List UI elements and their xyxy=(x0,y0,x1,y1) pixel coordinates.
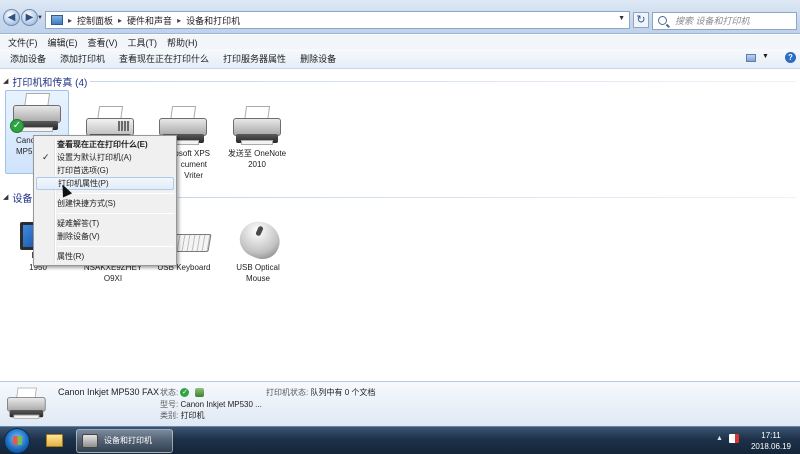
back-icon[interactable]: ◀ xyxy=(3,9,20,26)
menu-separator xyxy=(58,193,174,194)
menu-item-troubleshoot[interactable]: 疑难解答(T) xyxy=(36,217,174,230)
device-label: 发送至 OneNote xyxy=(227,149,287,158)
add-device-button[interactable]: 添加设备 xyxy=(3,52,53,65)
command-bar: 添加设备 添加打印机 查看现在正在打印什么 打印服务器属性 删除设备 xyxy=(0,49,800,69)
default-check-icon: ✓ xyxy=(10,119,24,133)
print-server-properties-button[interactable]: 打印服务器属性 xyxy=(216,52,293,65)
breadcrumb-devices-printers[interactable]: 设备和打印机 xyxy=(186,14,240,27)
menu-item-see-printing[interactable]: 查看现在正在打印什么(E) xyxy=(36,138,174,151)
devices-group-divider xyxy=(178,197,796,198)
printers-group-divider xyxy=(90,81,796,82)
control-panel-icon xyxy=(51,15,63,25)
menu-item-printer-properties[interactable]: 打印机属性(P) xyxy=(36,177,174,190)
menu-help[interactable]: 帮助(H) xyxy=(162,36,203,49)
menu-item-printing-preferences[interactable]: 打印首选项(G) xyxy=(36,164,174,177)
details-model-value: Canon Inkjet MP530 ... xyxy=(180,400,262,409)
menu-file[interactable]: 文件(F) xyxy=(3,36,43,49)
context-menu: 查看现在正在打印什么(E) ✓ 设置为默认打印机(A) 打印首选项(G) 打印机… xyxy=(33,135,177,266)
change-view-icon[interactable] xyxy=(746,54,756,62)
collapse-arrow-icon: ◢ xyxy=(3,194,9,201)
taskbar-devices-printers-button[interactable]: 设备和打印机 xyxy=(76,429,173,453)
remove-device-button[interactable]: 删除设备 xyxy=(293,52,343,65)
taskbar: 设备和打印机 ▲ 17:11 2018.06.19 xyxy=(0,426,800,454)
devices-printers-icon xyxy=(82,434,98,448)
menu-view[interactable]: 查看(V) xyxy=(83,36,123,49)
help-icon[interactable]: ? xyxy=(785,52,796,63)
printer-icon xyxy=(4,386,49,421)
device-label: Mouse xyxy=(245,274,270,283)
menu-item-set-default[interactable]: ✓ 设置为默认打印机(A) xyxy=(36,151,174,164)
details-device-name: Canon Inkjet MP530 FAX xyxy=(58,387,160,397)
details-printer-status-label: 打印机状态: xyxy=(266,388,309,397)
taskbar-clock[interactable]: 17:11 2018.06.19 xyxy=(746,430,796,452)
add-printer-button[interactable]: 添加打印机 xyxy=(53,52,112,65)
recent-pages-dropdown-icon[interactable]: ▼ xyxy=(37,15,43,21)
details-pane: Canon Inkjet MP530 FAX 状态: ✓ 型号: Canon I… xyxy=(0,381,800,426)
breadcrumb-control-panel[interactable]: 控制面板 xyxy=(77,14,113,27)
collapse-arrow-icon: ◢ xyxy=(3,78,9,85)
folder-icon xyxy=(46,434,63,447)
details-category: 类别: 打印机 xyxy=(160,410,204,421)
shared-icon xyxy=(194,388,204,398)
search-input[interactable]: 搜索 设备和打印机 xyxy=(652,12,797,30)
menu-separator xyxy=(58,213,174,214)
taskbar-explorer-button[interactable] xyxy=(38,429,70,453)
system-tray: ▲ xyxy=(716,434,739,443)
clock-time: 17:11 xyxy=(761,431,781,440)
menu-bar: 文件(F) 编辑(E) 查看(V) 工具(T) 帮助(H) xyxy=(0,35,800,49)
device-label: O9XI xyxy=(103,274,123,283)
details-category-label: 类别: xyxy=(160,411,179,420)
details-category-value: 打印机 xyxy=(180,411,205,420)
menu-item-properties[interactable]: 属性(R) xyxy=(36,250,174,263)
mouse-icon xyxy=(230,215,286,265)
address-dropdown-icon[interactable]: ▼ xyxy=(618,15,625,22)
details-model: 型号: Canon Inkjet MP530 ... xyxy=(160,399,262,410)
printer-onenote[interactable]: 发送至 OneNote 2010 xyxy=(222,104,292,170)
details-printer-status-value: 队列中有 0 个文档 xyxy=(310,388,376,397)
show-hidden-icons-icon[interactable]: ▲ xyxy=(716,435,723,442)
details-printer-status: 打印机状态: 队列中有 0 个文档 xyxy=(266,387,375,398)
clock-date: 2018.06.19 xyxy=(750,442,792,451)
breadcrumb-hardware-sound[interactable]: 硬件和声音 xyxy=(127,14,172,27)
printers-group-title: 打印机和传真 (4) xyxy=(12,77,88,89)
checkmark-icon: ✓ xyxy=(42,152,50,162)
flag-icon[interactable] xyxy=(728,434,739,443)
menu-edit[interactable]: 编辑(E) xyxy=(43,36,83,49)
details-status-label: 状态: xyxy=(160,388,179,397)
details-model-label: 型号: xyxy=(160,400,179,409)
refresh-icon[interactable]: ↻ xyxy=(633,12,649,28)
address-bar: ◀ ▶ ▼ ▸ 控制面板 ▸ 硬件和声音 ▸ 设备和打印机 ▼ ↻ 搜索 设备和… xyxy=(0,0,800,34)
device-label: USB Optical xyxy=(236,263,280,272)
printers-group-header[interactable]: ◢ 打印机和传真 (4) xyxy=(3,74,88,89)
menu-item-remove-device[interactable]: 删除设备(V) xyxy=(36,230,174,243)
see-whats-printing-button[interactable]: 查看现在正在打印什么 xyxy=(112,52,216,65)
menu-item-set-default-label: 设置为默认打印机(A) xyxy=(57,153,132,162)
menu-item-create-shortcut[interactable]: 创建快捷方式(S) xyxy=(36,197,174,210)
details-status: 状态: ✓ xyxy=(160,387,204,398)
address-path[interactable]: ▸ 控制面板 ▸ 硬件和声音 ▸ 设备和打印机 ▼ xyxy=(45,11,630,29)
forward-icon[interactable]: ▶ xyxy=(21,9,38,26)
device-label: 2010 xyxy=(248,160,266,169)
device-usb-mouse[interactable]: USB Optical Mouse xyxy=(226,215,290,284)
menu-tools[interactable]: 工具(T) xyxy=(123,36,163,49)
start-orb-icon[interactable] xyxy=(4,428,30,454)
view-dropdown-icon[interactable]: ▼ xyxy=(762,53,769,60)
search-icon xyxy=(658,16,667,25)
taskbar-app-label: 设备和打印机 xyxy=(104,436,152,445)
printer-icon xyxy=(229,104,285,148)
status-ok-icon: ✓ xyxy=(180,388,190,398)
search-placeholder: 搜索 设备和打印机 xyxy=(675,16,750,26)
menu-separator xyxy=(58,246,174,247)
